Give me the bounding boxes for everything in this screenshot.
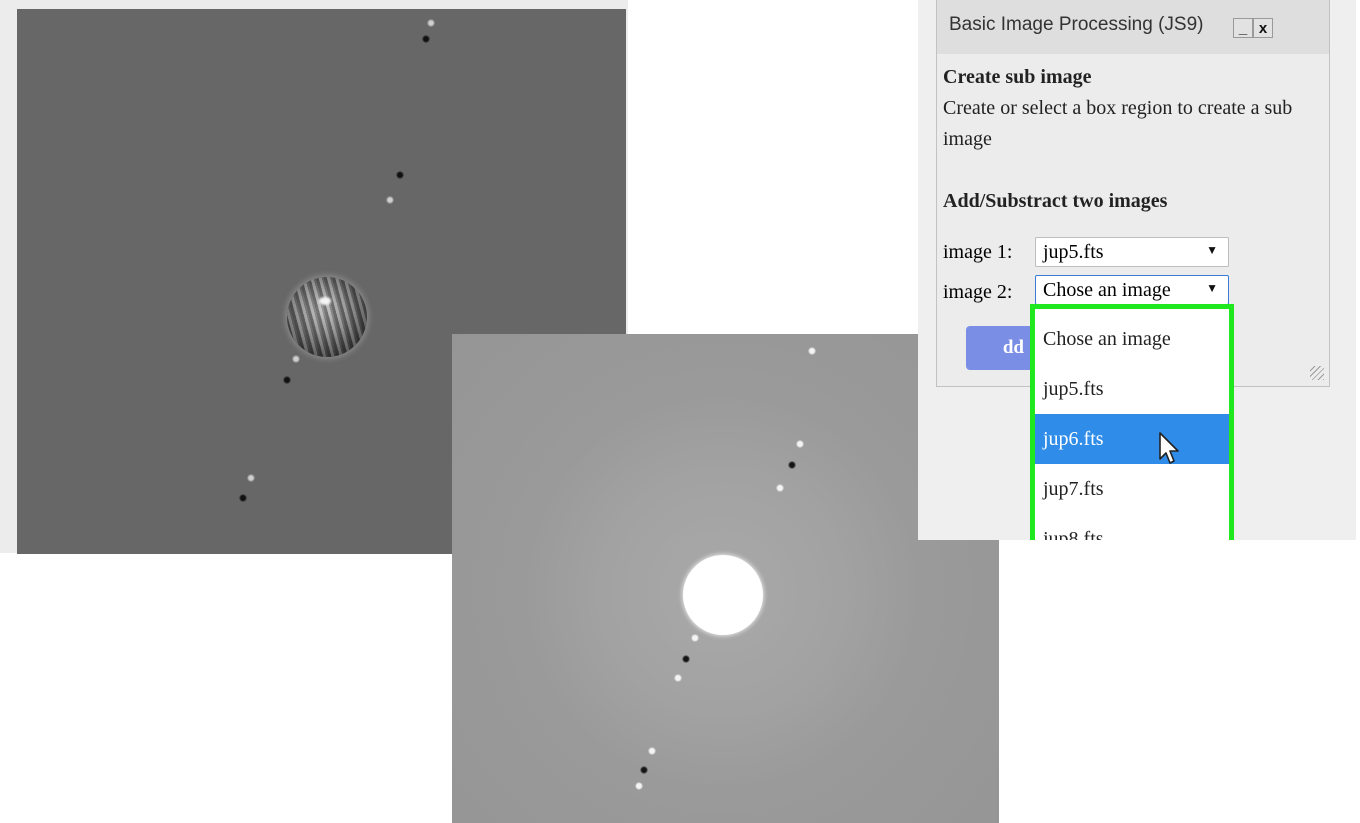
mouse-cursor-icon xyxy=(1159,432,1179,464)
star-light xyxy=(247,474,255,482)
minimize-button[interactable]: _ xyxy=(1233,18,1253,38)
image-2-dropdown-list[interactable]: Chose an image jup5.fts jup6.fts jup7.ft… xyxy=(1030,304,1234,540)
star-dark xyxy=(396,171,404,179)
sum-image[interactable] xyxy=(452,334,999,823)
image-2-label: image 2: xyxy=(943,280,1013,303)
sub-image-description: Create or select a box region to create … xyxy=(943,97,1293,150)
dropdown-option[interactable]: jup5.fts xyxy=(1035,364,1229,414)
panel-body: Create sub image Create or select a box … xyxy=(943,62,1327,217)
star-light xyxy=(386,196,394,204)
star-light xyxy=(292,355,300,363)
dropdown-option[interactable]: jup7.fts xyxy=(1035,464,1229,514)
star-dark xyxy=(640,766,648,774)
chevron-down-icon: ▼ xyxy=(1206,243,1218,257)
star-light xyxy=(691,634,699,642)
sub-image-heading: Create sub image xyxy=(943,66,1092,88)
window-buttons: _ x xyxy=(1233,18,1273,40)
star-light xyxy=(427,19,435,27)
dropdown-option[interactable]: Chose an image xyxy=(1035,309,1229,364)
resize-grip-icon[interactable] xyxy=(1310,366,1324,380)
panel-title: Basic Image Processing (JS9) xyxy=(949,14,1204,35)
image-1-select[interactable]: jup5.fts ▼ xyxy=(1035,237,1229,267)
planet-difference xyxy=(287,277,367,357)
image-1-label: image 1: xyxy=(943,240,1013,263)
image-1-value: jup5.fts xyxy=(1043,240,1104,263)
image-1-row: image 1: xyxy=(943,237,1035,267)
star-dark xyxy=(682,655,690,663)
star-dark xyxy=(239,494,247,502)
star-light xyxy=(776,484,784,492)
add-button-label: dd xyxy=(1002,337,1024,358)
chevron-down-icon: ▼ xyxy=(1206,281,1218,295)
star-dark xyxy=(788,461,796,469)
add-subtract-heading: Add/Substract two images xyxy=(943,190,1168,212)
star-light xyxy=(635,782,643,790)
panel-titlebar[interactable]: Basic Image Processing (JS9) _ x xyxy=(937,0,1329,54)
close-button[interactable]: x xyxy=(1253,18,1273,38)
dropdown-option-highlighted[interactable]: jup6.fts xyxy=(1035,414,1229,464)
dropdown-option[interactable]: jup8.fts xyxy=(1035,514,1229,541)
star-dark xyxy=(283,376,291,384)
star-light xyxy=(648,747,656,755)
image-2-row: image 2: xyxy=(943,277,1035,307)
star-dark xyxy=(422,35,430,43)
star-light xyxy=(796,440,804,448)
planet-sum xyxy=(683,555,763,635)
star-light xyxy=(808,347,816,355)
star-light xyxy=(674,674,682,682)
image-2-select[interactable]: Chose an image ▼ xyxy=(1035,275,1229,305)
image-2-value: Chose an image xyxy=(1043,278,1171,301)
